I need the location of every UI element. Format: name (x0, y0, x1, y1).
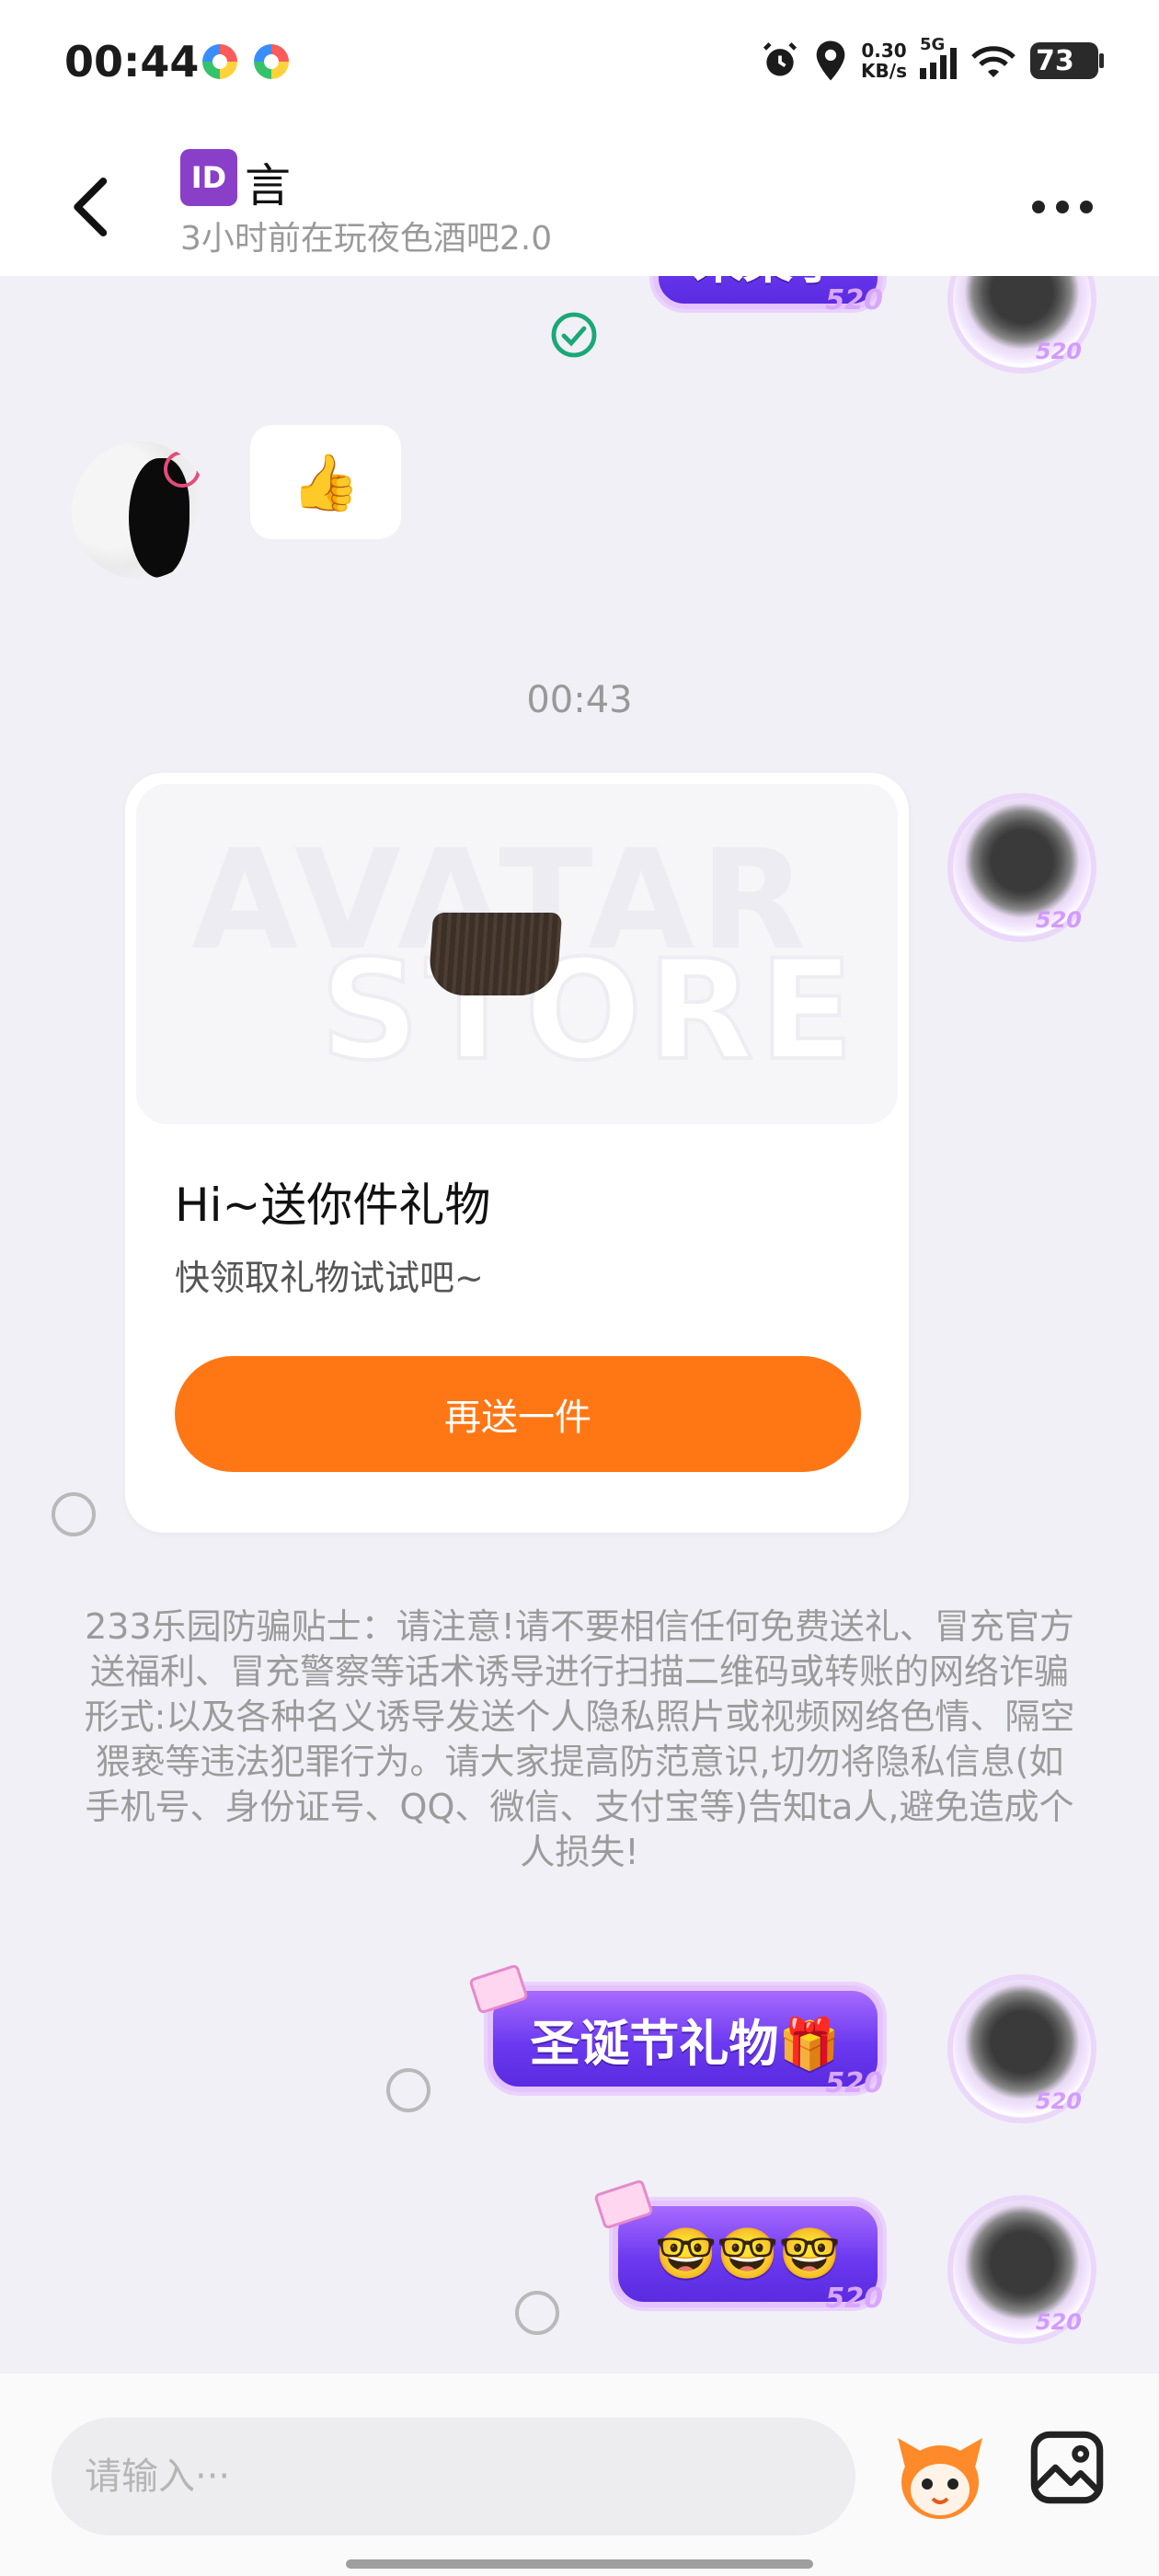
gift-image: AVATAR STORE (136, 784, 898, 1124)
gift-card-title: Hi~送你件礼物 (175, 1179, 491, 1232)
check-circle-icon (551, 312, 597, 358)
image-icon[interactable] (1028, 2429, 1106, 2506)
sent-gift-message[interactable]: 🤓🤓🤓 (593, 2179, 883, 2315)
input-bar (0, 2374, 1159, 2576)
envelope-icon (593, 2179, 654, 2230)
battery-level: 73 (1036, 44, 1074, 77)
sent-gift-message[interactable]: 来菜了 (653, 276, 883, 316)
battery-icon: 73 (1030, 42, 1104, 79)
gift-message-text: 来菜了 (694, 276, 843, 293)
net-speed-value: 0.30 (861, 40, 907, 62)
location-icon (816, 40, 845, 81)
id-badge-icon: ID (180, 149, 237, 206)
my-avatar[interactable] (953, 1980, 1091, 2118)
select-radio[interactable] (515, 2291, 559, 2335)
sent-gift-message[interactable]: 圣诞节礼物🎁 (468, 1963, 883, 2099)
alarm-icon (763, 42, 798, 76)
app-notification-icon (202, 44, 237, 79)
mascot-icon[interactable] (894, 2427, 986, 2526)
app-notification-icon (254, 44, 289, 79)
status-bar: 00:44 0.30 KB/s 5G 73 (0, 0, 1159, 129)
message-list[interactable]: 来菜了 👍 00:43 AVATAR STORE Hi~送你件礼物 快领取礼物试… (0, 276, 1159, 2374)
gift-card[interactable]: AVATAR STORE Hi~送你件礼物 快领取礼物试试吧~ 再送一件 (125, 773, 909, 1533)
home-indicator[interactable] (346, 2559, 813, 2569)
envelope-icon (468, 1963, 529, 2015)
contact-avatar[interactable] (72, 442, 210, 580)
headband-item (427, 913, 563, 995)
anti-fraud-notice: 233乐园防骗贴士：请注意!请不要相信任何免费送礼、冒充官方送福利、冒充警察等话… (84, 1606, 1075, 1872)
message-timestamp: 00:43 (526, 679, 633, 721)
status-icons: 0.30 KB/s 5G 73 (760, 33, 1104, 88)
gift-message-text: 圣诞节礼物🎁 (530, 2014, 841, 2073)
status-time: 00:44 (64, 37, 200, 86)
gift-message-text: 🤓🤓🤓 (655, 2225, 841, 2283)
network-speed: 0.30 KB/s (861, 40, 907, 81)
my-avatar[interactable] (953, 276, 1091, 368)
signal-icon: 5G (920, 35, 957, 79)
select-radio[interactable] (386, 2068, 430, 2112)
my-avatar[interactable] (953, 799, 1091, 937)
more-dots-icon[interactable] (1032, 193, 1098, 221)
contact-name[interactable]: 言 (245, 149, 291, 215)
wifi-icon (971, 46, 1016, 77)
received-message-bubble[interactable]: 👍 (250, 425, 401, 539)
network-type: 5G (920, 35, 946, 54)
net-speed-unit: KB/s (861, 60, 907, 82)
chat-header: ID 言 3小时前在玩夜色酒吧2.0 (0, 129, 1159, 276)
store-watermark: STORE (318, 929, 859, 1093)
thumbs-up-emoji: 👍 (291, 450, 361, 515)
my-avatar[interactable] (953, 2201, 1091, 2339)
send-again-button[interactable]: 再送一件 (175, 1356, 861, 1472)
gift-card-subtitle: 快领取礼物试试吧~ (175, 1258, 484, 1298)
message-input[interactable] (52, 2418, 855, 2536)
select-radio[interactable] (52, 1492, 96, 1536)
chevron-left-icon[interactable] (64, 175, 120, 239)
contact-status: 3小时前在玩夜色酒吧2.0 (180, 220, 553, 258)
